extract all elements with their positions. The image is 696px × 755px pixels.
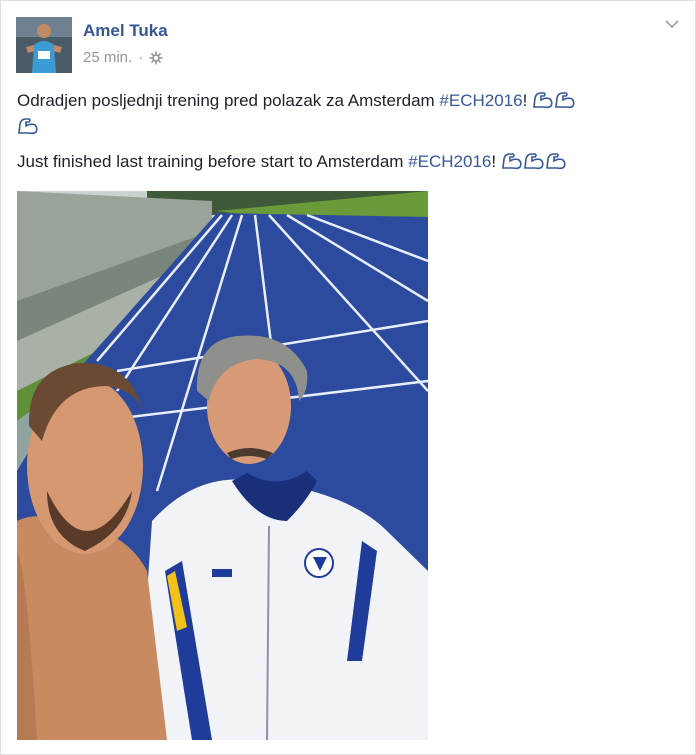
flexed-biceps-icon xyxy=(523,153,544,170)
post-text-2-suffix: ! xyxy=(491,152,497,171)
post-text-line-1: Odradjen posljednji trening pred polazak… xyxy=(17,88,677,140)
privacy-gear-icon[interactable] xyxy=(149,51,163,65)
avatar-image xyxy=(16,17,72,73)
flexed-biceps-icon xyxy=(555,92,575,109)
selfie-on-track-image xyxy=(17,191,428,740)
chevron-down-icon[interactable] xyxy=(665,19,679,29)
post-text-2: Just finished last training before start… xyxy=(17,152,409,171)
post-text-1: Odradjen posljednji trening pred polazak… xyxy=(17,91,440,110)
flexed-biceps-icon xyxy=(533,92,553,109)
author-name[interactable]: Amel Tuka xyxy=(83,21,168,41)
post-photo[interactable] xyxy=(17,191,428,740)
post-text-line-2: Just finished last training before start… xyxy=(17,149,677,175)
flexed-biceps-icon xyxy=(501,153,522,170)
flexed-biceps-icon xyxy=(18,118,38,135)
emoji-group-2 xyxy=(501,152,567,171)
hashtag-link[interactable]: #ECH2016 xyxy=(439,91,522,110)
post-text-1-suffix: ! xyxy=(522,91,528,110)
post-card: Amel Tuka 25 min. · Odradjen posljednji … xyxy=(0,0,696,755)
flexed-biceps-icon xyxy=(545,153,566,170)
post-meta: 25 min. · xyxy=(83,49,163,66)
post-timestamp[interactable]: 25 min. xyxy=(83,49,132,66)
author-avatar[interactable] xyxy=(16,17,72,73)
hashtag-link[interactable]: #ECH2016 xyxy=(408,152,491,171)
meta-separator: · xyxy=(138,49,144,66)
